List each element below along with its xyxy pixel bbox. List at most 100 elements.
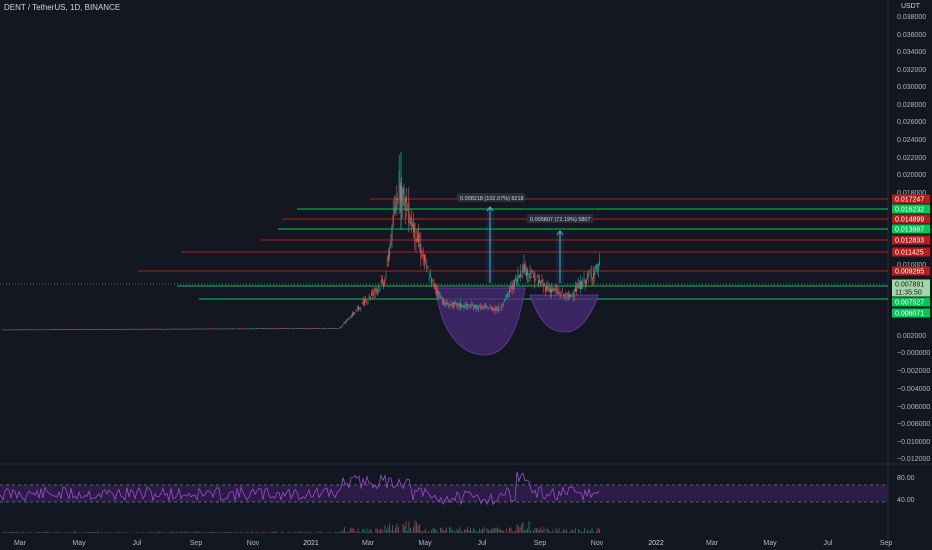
candle-body: [456, 302, 458, 305]
candle-body: [354, 312, 356, 314]
candle-body: [61, 329, 63, 331]
volume-bar: [552, 529, 554, 533]
candle-body: [387, 254, 389, 262]
volume-bar: [306, 531, 308, 533]
candle-body: [337, 328, 339, 329]
volume-bar: [507, 532, 509, 533]
candle-body: [37, 329, 39, 331]
volume-bar: [9, 532, 11, 533]
time-tick-label: Nov: [591, 540, 604, 547]
candle-body: [474, 304, 476, 309]
volume-bar: [57, 531, 59, 533]
volume-bar: [309, 532, 311, 533]
volume-bar: [501, 529, 503, 533]
volume-bar: [54, 532, 56, 533]
candle-body: [444, 302, 446, 304]
candle-body: [51, 329, 53, 330]
candle-body: [97, 329, 99, 330]
candle-body: [343, 322, 345, 324]
candle-body: [260, 328, 262, 330]
candle-body: [378, 286, 380, 289]
candle-body: [265, 328, 267, 330]
volume-bar: [219, 532, 221, 533]
candle-body: [512, 283, 514, 290]
candle-body: [372, 291, 374, 297]
candle-body: [297, 328, 299, 329]
candle-body: [87, 329, 89, 330]
candle-body: [486, 305, 488, 307]
candle-body: [158, 328, 160, 330]
volume-bar: [539, 529, 540, 533]
volume-bar: [480, 530, 482, 533]
candle-body: [55, 329, 57, 331]
candle-body: [543, 283, 545, 285]
candle-body: [48, 329, 50, 331]
volume-bar: [14, 531, 15, 533]
candle-body: [243, 328, 245, 330]
volume-bar: [413, 526, 414, 533]
candle-body: [227, 328, 229, 330]
volume-bar: [411, 531, 413, 533]
volume-bar: [506, 528, 507, 533]
volume-bar: [3, 531, 5, 533]
candle-body: [366, 302, 368, 304]
candle-body: [449, 304, 451, 306]
candle-body: [255, 328, 257, 330]
time-tick-label: 2021: [303, 540, 319, 547]
candle-body: [269, 328, 271, 329]
candle-body: [321, 328, 323, 329]
price-tick-label: 0.032000: [897, 67, 926, 74]
volume-bar: [510, 527, 512, 533]
volume-bar: [500, 529, 501, 533]
candle-body: [393, 209, 395, 212]
candle-body: [95, 329, 97, 330]
candle-body: [74, 329, 76, 330]
volume-bar: [20, 532, 21, 533]
candle-body: [380, 280, 382, 283]
candle-body: [163, 329, 165, 330]
candle-body: [122, 329, 124, 330]
volume-bar: [488, 529, 489, 533]
volume-bar: [461, 531, 462, 533]
price-tick-label: −0.004000: [897, 386, 930, 393]
volume-bar: [425, 528, 426, 533]
volume-bar: [459, 527, 461, 533]
volume-bar: [213, 532, 215, 533]
volume-bar: [41, 532, 42, 533]
volume-bar: [404, 526, 405, 533]
candle-body: [395, 206, 397, 211]
candle-body: [36, 329, 38, 331]
candle-body: [211, 328, 213, 330]
candle-body: [540, 280, 542, 285]
candle-body: [409, 222, 411, 224]
candle-body: [60, 329, 62, 330]
price-tick-label: 0.034000: [897, 49, 926, 56]
price-chart[interactable]: 0.038000 0.036000 0.034000 0.032000 0.030000…: [0, 0, 932, 550]
candle-body: [348, 319, 350, 321]
volume-bar: [293, 532, 294, 533]
candle-body: [186, 328, 188, 330]
candle-body: [587, 273, 589, 277]
candle-body: [225, 328, 227, 330]
volume-bar: [87, 532, 89, 533]
price-tick-label: 0.026000: [897, 119, 926, 126]
candle-body: [57, 329, 59, 331]
volume-bar: [36, 532, 38, 533]
candle-body: [17, 329, 19, 331]
candle-body: [341, 326, 343, 328]
candle-body: [175, 328, 177, 330]
candle-body: [276, 328, 278, 329]
candle-body: [581, 281, 583, 289]
candle-body: [541, 279, 543, 283]
volume-bar: [483, 527, 485, 533]
candle-body: [171, 328, 173, 330]
candle-body: [362, 300, 364, 305]
volume-bar: [300, 531, 302, 533]
candle-body: [303, 328, 305, 330]
candle-body: [488, 308, 490, 309]
volume-bar: [243, 532, 245, 533]
candle-body: [26, 329, 28, 331]
volume-bar: [492, 528, 494, 533]
candle-body: [306, 328, 308, 329]
candle-body: [294, 328, 296, 329]
